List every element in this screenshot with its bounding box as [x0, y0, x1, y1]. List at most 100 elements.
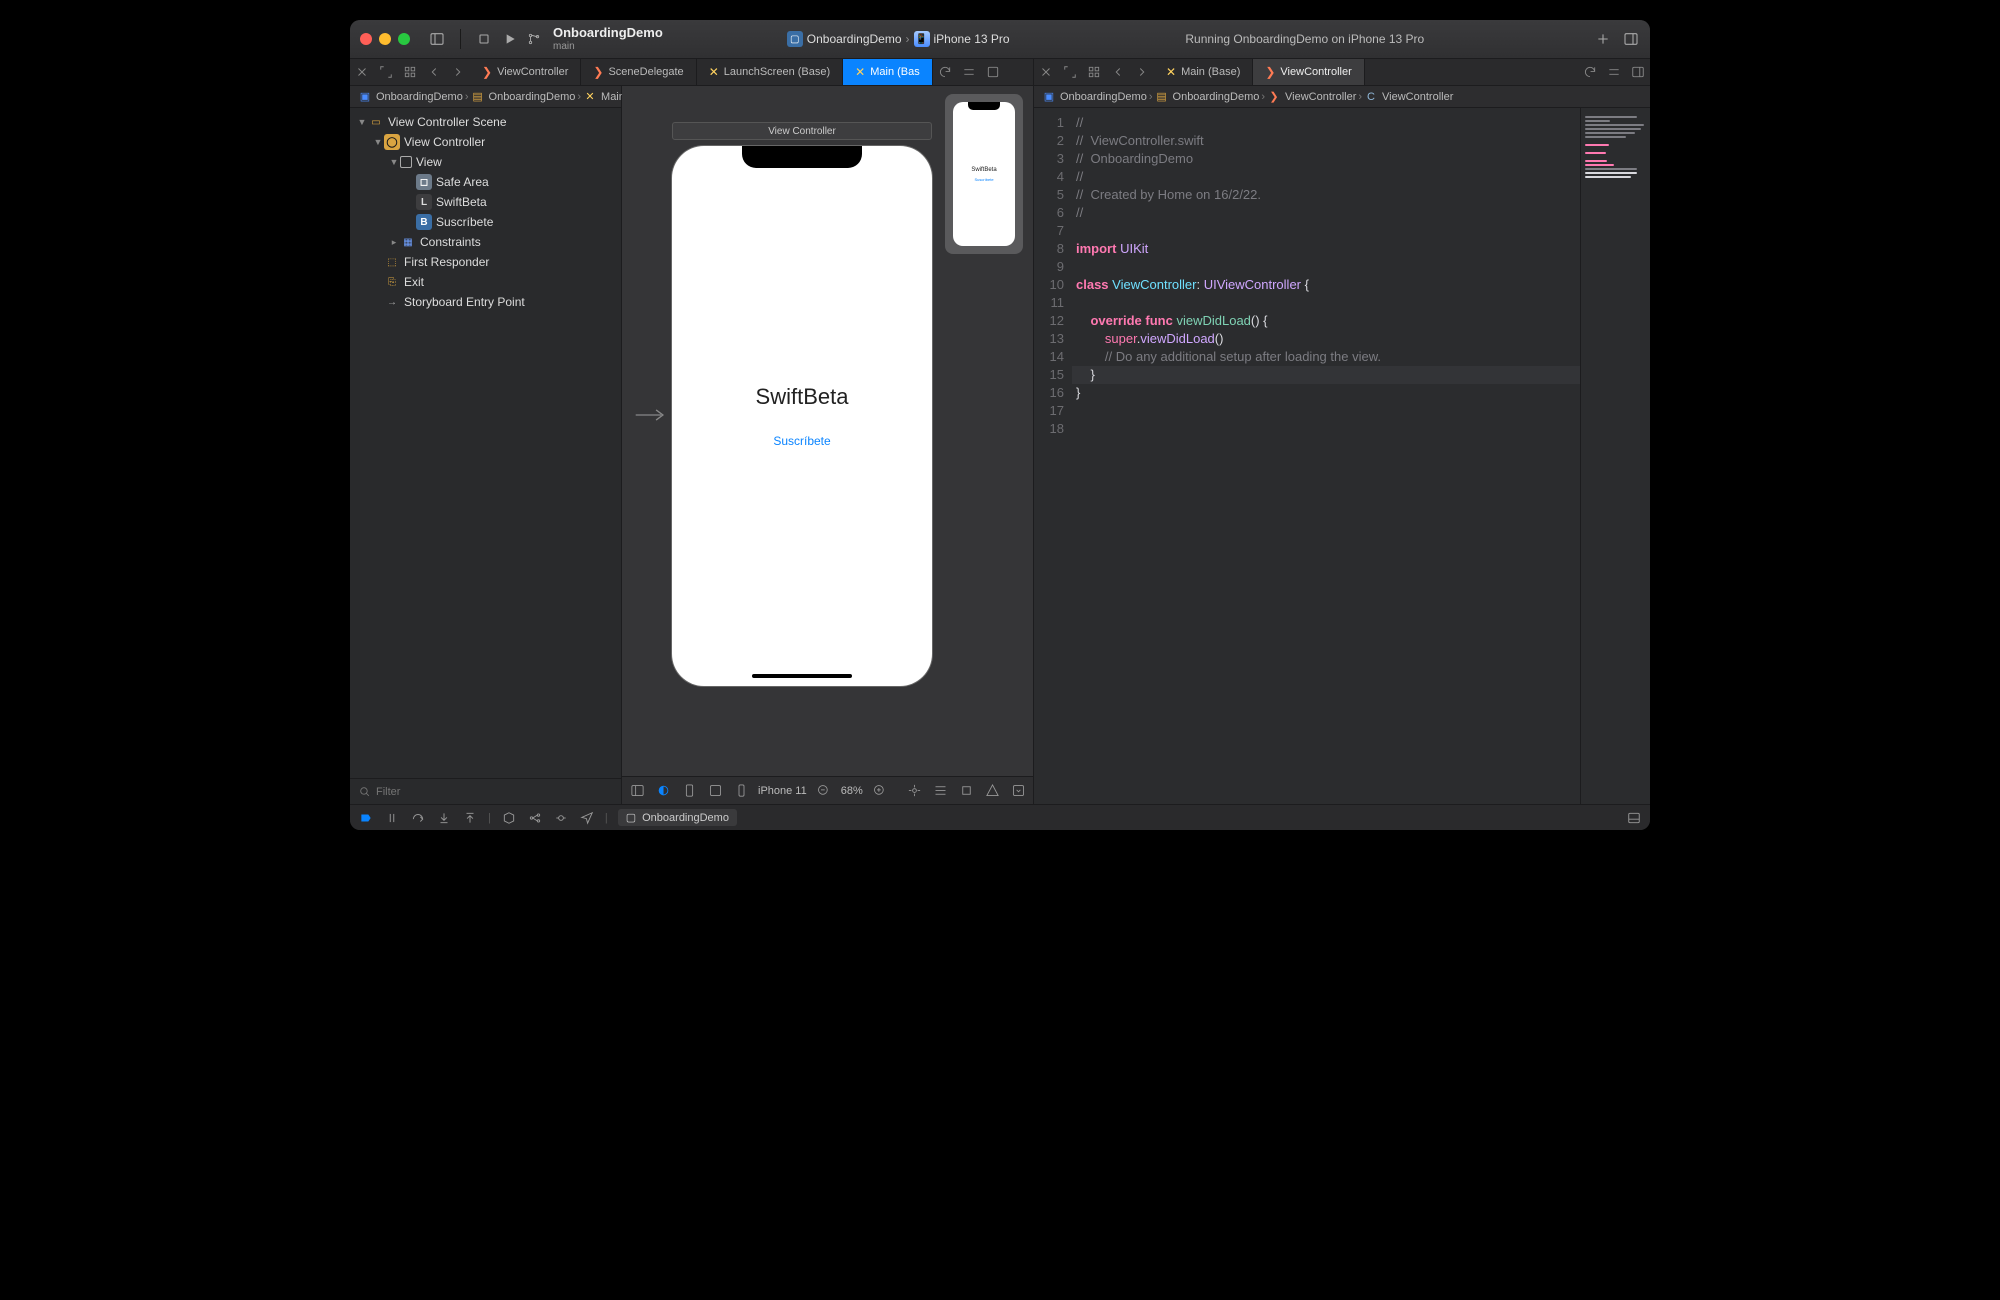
- appearance-toggle-icon[interactable]: [654, 782, 672, 800]
- crumb-segment[interactable]: CViewController: [1364, 90, 1453, 104]
- debug-target[interactable]: ▢ OnboardingDemo: [618, 809, 737, 826]
- nav-fwd-icon[interactable]: [1130, 59, 1154, 85]
- stop-button[interactable]: [475, 30, 493, 48]
- swiftbeta-label[interactable]: SwiftBeta: [756, 384, 849, 410]
- code-lines[interactable]: // // ViewController.swift // Onboarding…: [1072, 108, 1580, 804]
- nav-back-icon[interactable]: [422, 59, 446, 85]
- editor-tab[interactable]: ✕Main (Base): [1154, 59, 1253, 85]
- zoom-out-icon[interactable]: [815, 782, 833, 800]
- resolve-issues-icon[interactable]: [983, 782, 1001, 800]
- layout-icon[interactable]: [706, 782, 724, 800]
- outline-row[interactable]: LSwiftBeta: [350, 192, 621, 212]
- run-button[interactable]: [501, 30, 519, 48]
- step-out-icon[interactable]: [462, 810, 478, 826]
- expand-icon[interactable]: [374, 59, 398, 85]
- env-overrides-icon[interactable]: [553, 810, 569, 826]
- memory-graph-icon[interactable]: [527, 810, 543, 826]
- align-icon[interactable]: [931, 782, 949, 800]
- library-add-icon[interactable]: [1594, 30, 1612, 48]
- zoom-in-icon[interactable]: [871, 782, 889, 800]
- app-icon: ▢: [787, 31, 803, 47]
- code-editor-pane: ▣OnboardingDemo›▤OnboardingDemo›❯ViewCon…: [1034, 86, 1650, 804]
- related-items-icon[interactable]: [398, 59, 422, 85]
- subscribe-button[interactable]: Suscríbete: [773, 434, 830, 448]
- filter-input[interactable]: [376, 786, 615, 798]
- adjust-editor-icon[interactable]: [957, 59, 981, 85]
- scene-thumbnail[interactable]: SwiftBeta Suscríbete: [945, 94, 1023, 254]
- expand-icon[interactable]: [1058, 59, 1082, 85]
- crumb-segment[interactable]: ❯ViewController: [1267, 90, 1356, 104]
- outline-row[interactable]: ⬚First Responder: [350, 252, 621, 272]
- step-into-icon[interactable]: [436, 810, 452, 826]
- entry-point-arrow-icon[interactable]: [634, 406, 668, 429]
- nav-fwd-icon[interactable]: [446, 59, 470, 85]
- close-window[interactable]: [360, 33, 372, 45]
- device-notch: [742, 146, 862, 168]
- editor-tab[interactable]: ❯ViewController: [1253, 59, 1364, 85]
- refresh-icon[interactable]: [1578, 59, 1602, 85]
- crumb-segment[interactable]: ✕Main: [583, 90, 625, 104]
- nav-back-icon[interactable]: [1106, 59, 1130, 85]
- device-preview[interactable]: SwiftBeta Suscríbete: [672, 146, 932, 686]
- editor-tab[interactable]: ❯SceneDelegate: [581, 59, 696, 85]
- editor-tab[interactable]: ✕LaunchScreen (Base): [697, 59, 843, 85]
- scheme-selector[interactable]: ▢ OnboardingDemo › 📱 iPhone 13 Pro: [781, 29, 1016, 49]
- minimap[interactable]: [1580, 108, 1650, 804]
- ib-canvas[interactable]: View Controller SwiftBeta Suscríbete Swi…: [622, 86, 1033, 776]
- outline-tree[interactable]: ▼▭View Controller Scene▼◯View Controller…: [350, 108, 621, 778]
- outline-toggle-icon[interactable]: [628, 782, 646, 800]
- split-editor-icon[interactable]: [1626, 59, 1650, 85]
- crumb-segment[interactable]: ▣OnboardingDemo: [358, 90, 463, 104]
- zoom-level[interactable]: 68%: [841, 785, 863, 797]
- toggle-navigator-icon[interactable]: [428, 30, 446, 48]
- minimize-window[interactable]: [379, 33, 391, 45]
- line-gutter: 123456789101112131415161718: [1034, 108, 1072, 804]
- pin-icon[interactable]: [957, 782, 975, 800]
- pause-icon[interactable]: [384, 810, 400, 826]
- outline-row[interactable]: ▸▦Constraints: [350, 232, 621, 252]
- close-tab-icon[interactable]: [350, 59, 374, 85]
- device-icon[interactable]: [732, 782, 750, 800]
- orientation-icon[interactable]: [680, 782, 698, 800]
- device-label[interactable]: iPhone 11: [758, 785, 807, 797]
- refresh-icon[interactable]: [933, 59, 957, 85]
- zoom-window[interactable]: [398, 33, 410, 45]
- destination-name: iPhone 13 Pro: [934, 32, 1010, 46]
- embed-icon[interactable]: [1009, 782, 1027, 800]
- scene-title-bar[interactable]: View Controller: [672, 122, 932, 140]
- project-title[interactable]: OnboardingDemo main: [553, 26, 663, 51]
- outline-row[interactable]: ⎘Exit: [350, 272, 621, 292]
- editor-tabrow: ❯ViewController❯SceneDelegate✕LaunchScre…: [350, 58, 1650, 86]
- adjust-editor-icon[interactable]: [1602, 59, 1626, 85]
- outline-row[interactable]: ▼▭View Controller Scene: [350, 112, 621, 132]
- outline-row[interactable]: ◻Safe Area: [350, 172, 621, 192]
- xcode-window: OnboardingDemo main ▢ OnboardingDemo › 📱…: [350, 20, 1650, 830]
- outline-row[interactable]: →Storyboard Entry Point: [350, 292, 621, 312]
- editor-tab[interactable]: ✕Main (Bas: [843, 59, 933, 85]
- minimap-toggle-icon[interactable]: [981, 59, 1005, 85]
- breakpoint-toggle-icon[interactable]: [358, 810, 374, 826]
- left-crumb-bar[interactable]: ▣OnboardingDemo›▤OnboardingDemo›✕Main›✕M…: [350, 86, 621, 108]
- outline-row[interactable]: BSuscríbete: [350, 212, 621, 232]
- home-indicator: [752, 674, 852, 678]
- constraints-resolve-icon[interactable]: [905, 782, 923, 800]
- outline-row[interactable]: ▼View: [350, 152, 621, 172]
- debug-view-icon[interactable]: [501, 810, 517, 826]
- filter-icon: [356, 784, 372, 800]
- outline-row[interactable]: ▼◯View Controller: [350, 132, 621, 152]
- location-icon[interactable]: [579, 810, 595, 826]
- crumb-segment[interactable]: ▣OnboardingDemo: [1042, 90, 1147, 104]
- related-items-icon[interactable]: [1082, 59, 1106, 85]
- step-over-icon[interactable]: [410, 810, 426, 826]
- editor-tab[interactable]: ❯ViewController: [470, 59, 581, 85]
- right-crumb-bar[interactable]: ▣OnboardingDemo›▤OnboardingDemo›❯ViewCon…: [1034, 86, 1650, 108]
- titlebar: OnboardingDemo main ▢ OnboardingDemo › 📱…: [350, 20, 1650, 58]
- crumb-segment[interactable]: ▤OnboardingDemo: [471, 90, 576, 104]
- crumb-segment[interactable]: ▤OnboardingDemo: [1155, 90, 1260, 104]
- main-body: ▣OnboardingDemo›▤OnboardingDemo›✕Main›✕M…: [350, 86, 1650, 804]
- thumb-label: SwiftBeta: [971, 167, 996, 173]
- code-editor[interactable]: 123456789101112131415161718 // // ViewCo…: [1034, 108, 1650, 804]
- toggle-inspectors-icon[interactable]: [1622, 30, 1640, 48]
- close-tab-icon[interactable]: [1034, 59, 1058, 85]
- toggle-debug-area-icon[interactable]: [1626, 810, 1642, 826]
